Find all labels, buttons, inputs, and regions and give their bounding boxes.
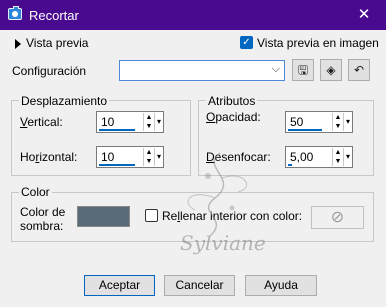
- spin-arrows-icon[interactable]: ▲ ▼: [332, 113, 343, 131]
- displacement-title: Desplazamiento: [19, 94, 110, 108]
- reset-icon: ↶: [353, 63, 365, 77]
- cancel-button[interactable]: Cancelar: [164, 275, 235, 296]
- disabled-icon: ⊘: [330, 209, 345, 226]
- presets-button[interactable]: ◈: [320, 59, 342, 81]
- blur-label: Desenfocar:: [206, 150, 271, 164]
- fill-interior-checkbox[interactable]: [145, 209, 158, 222]
- help-button[interactable]: Ayuda: [245, 275, 317, 296]
- vertical-label: Vertical:: [20, 115, 63, 129]
- shadow-color-label-line1: Color de: [20, 205, 66, 219]
- spin-arrows-icon[interactable]: ▲ ▼: [143, 148, 154, 166]
- dropdown-arrow-icon[interactable]: ▾: [343, 113, 352, 131]
- dropdown-arrow-icon[interactable]: ▾: [154, 113, 163, 131]
- spin-arrows-icon[interactable]: ▲ ▼: [332, 148, 343, 166]
- reset-button[interactable]: ↶: [348, 59, 370, 81]
- window-title: Recortar: [29, 8, 79, 23]
- fill-color-swatch[interactable]: ⊘: [311, 206, 364, 229]
- blur-slider-bar[interactable]: [288, 164, 292, 166]
- blur-spinner[interactable]: 5,00 ▲ ▼ ▾: [285, 146, 353, 168]
- dropdown-arrow-icon[interactable]: ▾: [154, 148, 163, 166]
- fill-interior-label: Rellenar interior con color:: [162, 209, 303, 223]
- close-button[interactable]: ✕: [342, 0, 386, 30]
- color-title: Color: [19, 185, 52, 199]
- save-icon: 🖫: [297, 63, 309, 77]
- chevron-down-icon: ⌵: [271, 63, 280, 75]
- horizontal-slider-bar[interactable]: [99, 164, 135, 166]
- preview-on-image-checkbox[interactable]: ✓: [240, 36, 253, 49]
- horizontal-spinner[interactable]: 10 ▲ ▼ ▾: [96, 146, 164, 168]
- vertical-spinner[interactable]: 10 ▲ ▼ ▾: [96, 111, 164, 133]
- save-preset-button[interactable]: 🖫: [292, 59, 314, 81]
- blur-value: 5,00: [290, 150, 314, 164]
- attributes-title: Atributos: [206, 94, 258, 108]
- vertical-value: 10: [101, 115, 115, 129]
- cube-icon: ◈: [326, 63, 336, 77]
- horizontal-label: Horizontal:: [20, 150, 78, 164]
- config-label: Configuración: [12, 64, 87, 78]
- config-dropdown[interactable]: ⌵: [119, 60, 285, 81]
- opacity-spinner[interactable]: 50 ▲ ▼ ▾: [285, 111, 353, 133]
- opacity-value: 50: [290, 115, 304, 129]
- camera-icon: [8, 6, 22, 20]
- expand-triangle-icon[interactable]: [15, 39, 21, 49]
- horizontal-value: 10: [101, 150, 115, 164]
- shadow-color-label-line2: sombra:: [20, 219, 64, 233]
- vertical-slider-bar[interactable]: [99, 129, 135, 131]
- opacity-label: Opacidad:: [206, 110, 261, 124]
- shadow-color-swatch[interactable]: [77, 206, 130, 227]
- spin-arrows-icon[interactable]: ▲ ▼: [143, 113, 154, 131]
- preview-label[interactable]: Vista previa: [26, 36, 88, 50]
- title-bar: Recortar ✕: [0, 0, 386, 30]
- dropdown-arrow-icon[interactable]: ▾: [343, 148, 352, 166]
- opacity-slider-bar[interactable]: [288, 129, 322, 131]
- preview-on-image-label: Vista previa en imagen: [257, 36, 379, 50]
- ok-button[interactable]: Aceptar: [84, 275, 155, 296]
